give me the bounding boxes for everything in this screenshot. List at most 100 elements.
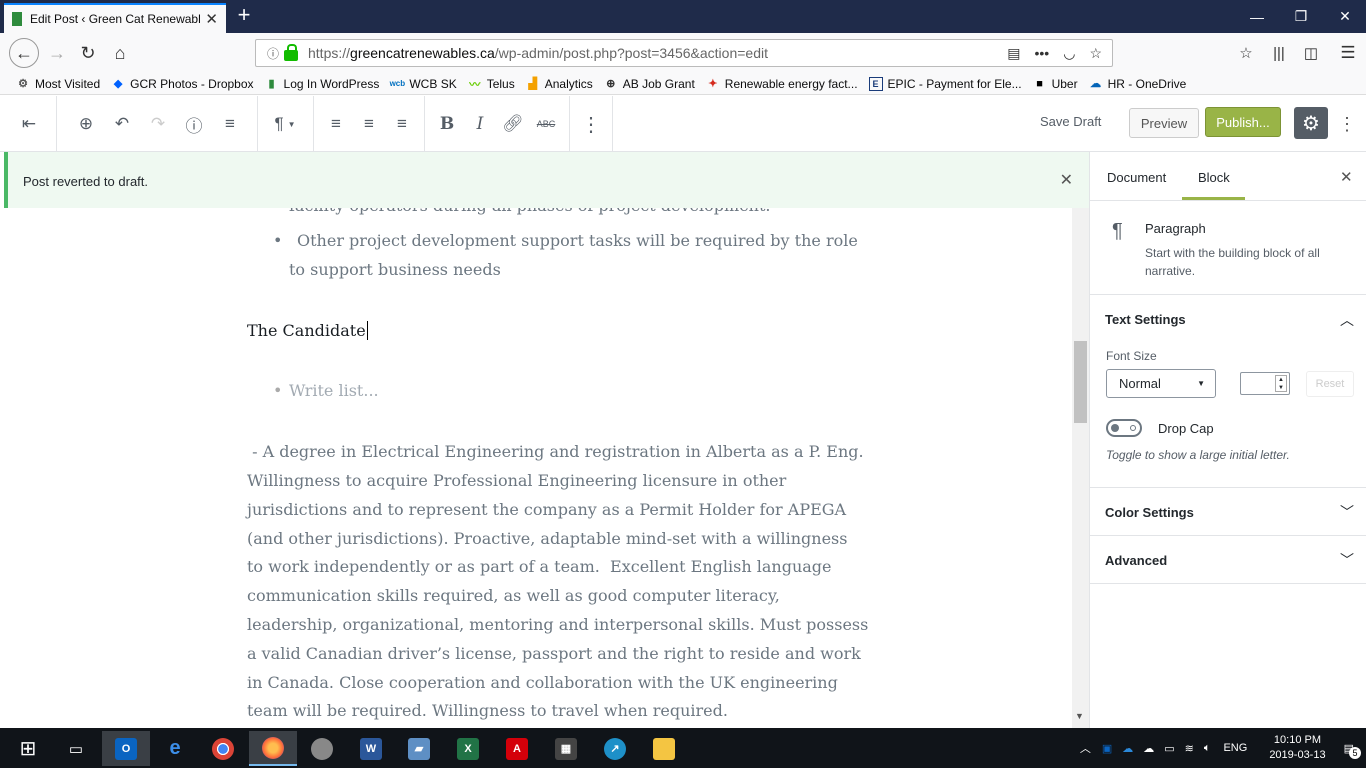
bookmark-epic-payment[interactable]: E EPIC - Payment for Ele... — [868, 76, 1022, 91]
minimize-button[interactable]: — — [1234, 0, 1280, 33]
reader-view-icon[interactable]: ▤ — [1007, 45, 1020, 62]
bookmark-wcb-sk[interactable]: wcb WCB SK — [390, 77, 457, 91]
redo-icon[interactable]: ↷ — [144, 110, 172, 138]
chevron-up-icon[interactable]: ︿ — [1340, 310, 1354, 330]
align-left-icon[interactable]: ≡ — [322, 110, 350, 138]
home-button[interactable]: ⌂ — [106, 39, 134, 67]
outlook-tray-icon[interactable]: ▣ — [1102, 742, 1112, 755]
align-center-icon[interactable]: ≡ — [355, 110, 383, 138]
reload-button[interactable]: ↻ — [74, 39, 102, 67]
stepper-icon[interactable]: ▲ ▼ — [1275, 375, 1287, 392]
preview-button[interactable]: Preview — [1129, 108, 1199, 138]
paragraph-type-icon[interactable]: ¶ ▼ — [265, 110, 305, 138]
onedrive-tray-icon[interactable]: ☁ — [1122, 742, 1133, 755]
link-icon[interactable]: 🔗︎ — [499, 110, 527, 138]
bookmark-login-wordpress[interactable]: ▮ Log In WordPress — [265, 77, 380, 91]
start-button[interactable]: ⊞ — [4, 731, 52, 766]
file-explorer-app[interactable] — [640, 731, 688, 766]
close-tab-icon[interactable]: ✕ — [205, 10, 218, 28]
close-notice-icon[interactable]: ✕ — [1060, 170, 1073, 190]
pocket-icon[interactable]: ◡ — [1063, 45, 1075, 62]
text-settings-toggle[interactable]: Text Settings — [1105, 312, 1186, 327]
task-view-button[interactable]: ▭ — [52, 731, 100, 766]
bookmarks-star-icon[interactable]: ☆ — [1232, 39, 1260, 67]
analytics-app[interactable]: ↗ — [591, 731, 639, 766]
url-bar[interactable]: ⓘ https://greencatrenewables.ca/wp-admin… — [255, 39, 1113, 67]
action-center-icon[interactable]: ▤ 5 — [1344, 742, 1361, 759]
advanced-toggle[interactable]: Advanced — [1105, 553, 1167, 568]
exit-editor-icon[interactable]: ⇤ — [15, 110, 43, 138]
volume-icon[interactable]: 🔈︎ — [1204, 742, 1211, 755]
heading-the-candidate[interactable]: The Candidate — [247, 316, 368, 345]
tab-document[interactable]: Document — [1107, 170, 1166, 185]
save-draft-button[interactable]: Save Draft — [1040, 114, 1101, 129]
dropbox-tray-icon[interactable]: ☁ — [1143, 742, 1154, 755]
forward-button[interactable]: → — [43, 39, 71, 67]
bookmark-star-icon[interactable]: ☆ — [1089, 45, 1102, 62]
library-icon[interactable]: ||| — [1265, 39, 1293, 67]
show-hidden-icons-icon[interactable]: ︿ — [1080, 740, 1091, 756]
firefox-app[interactable] — [249, 731, 297, 766]
settings-gear-icon[interactable]: ⚙ — [1294, 107, 1328, 139]
network-icon[interactable]: ≋ — [1185, 742, 1194, 755]
clock[interactable]: 10:10 PM 2019-03-13 — [1269, 733, 1325, 763]
list-item-line[interactable]: Other project development support tasks … — [297, 226, 858, 255]
bookmark-analytics[interactable]: ▟ Analytics — [526, 77, 592, 91]
font-size-select[interactable]: Normal ▼ — [1106, 369, 1216, 398]
close-window-button[interactable]: ✕ — [1322, 0, 1366, 33]
page-actions-icon[interactable]: ••• — [1035, 45, 1050, 62]
color-settings-toggle[interactable]: Color Settings — [1105, 505, 1194, 520]
block-navigation-icon[interactable]: ≡ — [216, 110, 244, 138]
word-app[interactable]: W — [347, 731, 395, 766]
editor-scrollbar[interactable] — [1072, 208, 1089, 728]
scanner-app[interactable]: ▰ — [395, 731, 443, 766]
excel-app[interactable]: X — [444, 731, 492, 766]
scrollbar-thumb[interactable] — [1074, 341, 1087, 423]
italic-icon[interactable]: I — [466, 110, 494, 138]
scroll-down-icon[interactable]: ▼ — [1075, 711, 1084, 721]
browser-tab[interactable]: Edit Post ‹ Green Cat Renewables ✕ — [4, 3, 226, 33]
drop-cap-toggle[interactable] — [1106, 419, 1142, 437]
more-tools-icon[interactable]: ⋮ — [1338, 110, 1356, 138]
chevron-down-icon[interactable]: ﹀ — [1340, 502, 1354, 522]
font-size-number-input[interactable]: ▲ ▼ — [1240, 372, 1290, 395]
info-icon[interactable]: ⓘ — [180, 110, 208, 138]
edge-app[interactable]: e — [151, 731, 199, 766]
reset-button[interactable]: Reset — [1306, 371, 1354, 397]
partial-list-line[interactable]: facility operators during all phases of … — [289, 208, 770, 220]
outlook-app[interactable]: O — [102, 731, 150, 766]
bookmark-hr-onedrive[interactable]: ☁ HR - OneDrive — [1089, 77, 1186, 91]
sidebar-icon[interactable]: ◫ — [1297, 39, 1325, 67]
undo-icon[interactable]: ↶ — [108, 110, 136, 138]
bookmark-telus[interactable]: 〰 Telus — [468, 77, 515, 91]
list-item-line[interactable]: to support business needs — [289, 255, 501, 284]
align-right-icon[interactable]: ≡ — [388, 110, 416, 138]
tab-block[interactable]: Block — [1198, 170, 1230, 185]
list-placeholder[interactable]: Write list... — [289, 376, 379, 405]
info-icon[interactable]: ⓘ — [262, 45, 284, 62]
bookmark-ab-job-grant[interactable]: ⊕ AB Job Grant — [604, 77, 695, 91]
maximize-button[interactable]: ❐ — [1278, 0, 1324, 33]
chevron-down-icon[interactable]: ﹀ — [1340, 550, 1354, 570]
battery-icon[interactable]: ▭ — [1164, 742, 1174, 755]
chrome-app[interactable] — [199, 731, 247, 766]
strikethrough-icon[interactable]: ABC — [532, 110, 560, 138]
menu-icon[interactable]: ☰ — [1334, 39, 1362, 67]
calculator-app[interactable]: ▦ — [542, 731, 590, 766]
bookmark-uber[interactable]: ■ Uber — [1033, 77, 1077, 91]
back-button[interactable]: ← — [9, 38, 39, 68]
paint-app[interactable] — [298, 731, 346, 766]
acrobat-app[interactable]: A — [493, 731, 541, 766]
language-indicator[interactable]: ENG — [1223, 742, 1247, 754]
bookmark-gcr-photos[interactable]: ◆ GCR Photos - Dropbox — [111, 77, 254, 91]
add-block-icon[interactable]: ⊕ — [72, 110, 100, 138]
bookmark-most-visited[interactable]: ⚙ Most Visited — [16, 77, 100, 91]
new-tab-button[interactable]: + — [233, 4, 255, 28]
bold-icon[interactable]: B — [433, 110, 461, 138]
publish-button[interactable]: Publish... — [1205, 107, 1281, 137]
more-options-icon[interactable]: ⋮ — [577, 110, 605, 138]
bookmark-renewable-energy[interactable]: ✦ Renewable energy fact... — [706, 77, 857, 91]
editor-canvas[interactable]: facility operators during all phases of … — [0, 208, 1072, 728]
close-sidebar-icon[interactable]: ✕ — [1340, 168, 1353, 186]
url-text[interactable]: https://greencatrenewables.ca/wp-admin/p… — [308, 45, 1007, 61]
